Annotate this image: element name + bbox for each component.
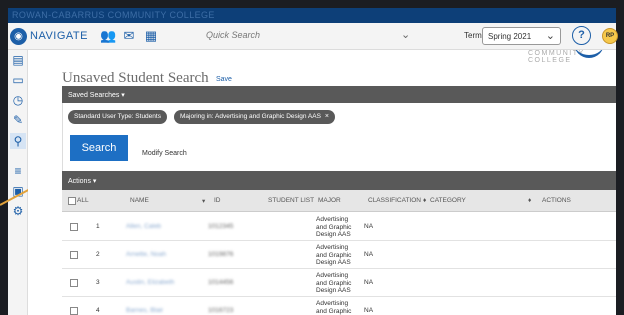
student-id: 1014456 [208,279,234,286]
row-number: 3 [96,279,100,286]
actions-bar[interactable]: Actions ▾ [62,171,616,190]
main-content: COMMUNITY COLLEGE Unsaved Student Search… [28,50,616,315]
student-name-link[interactable]: Allen, Caleb [126,223,161,230]
top-navigation: ◉ NAVIGATE 👥 ✉ ▦ Quick Search ⌄ Terms Sp… [8,23,618,50]
device-bezel-left [0,0,8,315]
filter-chip-user-type[interactable]: Standard User Type: Students [68,110,167,124]
row-checkbox[interactable] [70,223,78,231]
header-name[interactable]: NAME [130,197,149,204]
row-number: 4 [96,307,100,314]
search-icon[interactable]: ⚲ [10,133,26,149]
student-id: 1012345 [208,223,234,230]
student-classification: NA [364,223,374,230]
header-all: ALL [77,197,89,204]
avatar[interactable]: RP [602,28,618,44]
student-major: Advertising and Graphic Design AAS [316,244,351,267]
sort-icon[interactable]: ▾ [202,197,205,205]
terms-select[interactable]: Spring 2021 ⌄ [482,27,561,45]
sort-icon[interactable]: ♦ [423,197,426,204]
filter-chip-label: Majoring in: Advertising and Graphic Des… [180,113,321,120]
major-line: Advertising [316,244,349,251]
page-title: Unsaved Student Search [62,70,209,86]
student-classification: NA [364,279,374,286]
device-bezel-right [616,0,624,315]
major-line: and Graphic [316,279,352,287]
table-row[interactable]: 1 Allen, Caleb 1012345 Advertising and G… [62,213,616,241]
mail-icon[interactable]: ✉ [122,29,136,43]
header-actions: ACTIONS [542,197,571,204]
table-row[interactable]: 4 Barnes, Blair 1016723 Advertising and … [62,297,616,315]
select-all-checkbox[interactable] [68,197,76,205]
student-id: 1016723 [208,307,234,314]
saved-searches-bar[interactable]: Saved Searches ▾ [62,86,616,103]
major-line: Advertising [316,300,349,307]
major-line: Design AAS [316,259,351,266]
student-name-link[interactable]: Arnette, Noah [126,251,166,258]
major-line: and Graphic [316,251,352,259]
table-row[interactable]: 2 Arnette, Noah 1019876 Advertising and … [62,241,616,269]
actions-dropdown[interactable]: Actions ▾ [68,177,96,185]
row-number: 1 [96,223,100,230]
student-classification: NA [364,307,374,314]
header-classification[interactable]: CLASSIFICATION [368,197,421,204]
major-line: and Graphic [316,307,352,315]
table-header: ALL NAME ▾ ID STUDENT LIST MAJOR CLASSIF… [62,190,616,212]
header-category[interactable]: CATEGORY [430,197,466,204]
student-name-link[interactable]: Barnes, Blair [126,307,163,314]
college-name: ROWAN-CABARRUS COMMUNITY COLLEGE [12,10,215,20]
pin-icon[interactable]: ✎ [10,112,26,128]
navigate-logo-icon[interactable]: ◉ [10,28,27,45]
settings-icon[interactable]: ⚙ [10,203,26,219]
people-icon[interactable]: 👥 [100,29,116,43]
major-line: Design AAS [316,231,351,238]
table-row[interactable]: 3 Austin, Elizabeth 1014456 Advertising … [62,269,616,297]
filter-chip-major[interactable]: Majoring in: Advertising and Graphic Des… [174,110,336,124]
header-major[interactable]: MAJOR [318,197,341,204]
student-classification: NA [364,251,374,258]
chevron-down-icon: ⌄ [545,30,555,42]
student-name-link[interactable]: Austin, Elizabeth [126,279,174,286]
major-line: Design AAS [316,287,351,294]
college-logo-text: COMMUNITY COLLEGE [528,50,585,64]
calendar-icon[interactable]: ▦ [144,29,158,43]
help-icon[interactable]: ? [572,26,591,45]
header-student-list[interactable]: STUDENT LIST [268,197,314,204]
student-id: 1019876 [208,251,234,258]
saved-searches-toggle[interactable]: Saved Searches ▾ [68,91,125,99]
row-checkbox[interactable] [70,279,78,287]
quick-search-input[interactable]: Quick Search [206,30,260,40]
dashboard-icon[interactable]: ▤ [10,52,26,68]
major-line: Advertising [316,272,349,279]
row-checkbox[interactable] [70,307,78,315]
search-button[interactable]: Search [70,135,128,161]
side-rail: ▤ ▭ ◷ ✎ ⚲ ≡ ▣ ⚙ [8,50,28,315]
save-link[interactable]: Save [216,76,232,83]
modify-search-link[interactable]: Modify Search [142,150,187,157]
major-line: and Graphic [316,223,352,231]
history-icon[interactable]: ◷ [10,92,26,108]
header-id[interactable]: ID [214,197,221,204]
screen: ROWAN-CABARRUS COMMUNITY COLLEGE ◉ NAVIG… [0,0,624,315]
navigate-label[interactable]: NAVIGATE [30,30,88,42]
term-value: Spring 2021 [488,32,532,41]
device-bezel-top [0,0,624,8]
row-checkbox[interactable] [70,251,78,259]
college-title-bar: ROWAN-CABARRUS COMMUNITY COLLEGE [8,8,616,23]
filter-chip-label: Standard User Type: Students [74,113,161,120]
sort-icon[interactable]: ♦ [528,197,531,204]
student-major: Advertising and Graphic [316,300,351,315]
chevron-down-icon[interactable]: ⌄ [401,28,410,41]
student-major: Advertising and Graphic Design AAS [316,272,351,295]
list-icon[interactable]: ≡ [10,163,26,179]
student-major: Advertising and Graphic Design AAS [316,216,351,239]
results-table: ALL NAME ▾ ID STUDENT LIST MAJOR CLASSIF… [62,190,616,315]
inbox-icon[interactable]: ▭ [10,72,26,88]
row-number: 2 [96,251,100,258]
major-line: Advertising [316,216,349,223]
close-icon[interactable]: × [325,113,329,120]
